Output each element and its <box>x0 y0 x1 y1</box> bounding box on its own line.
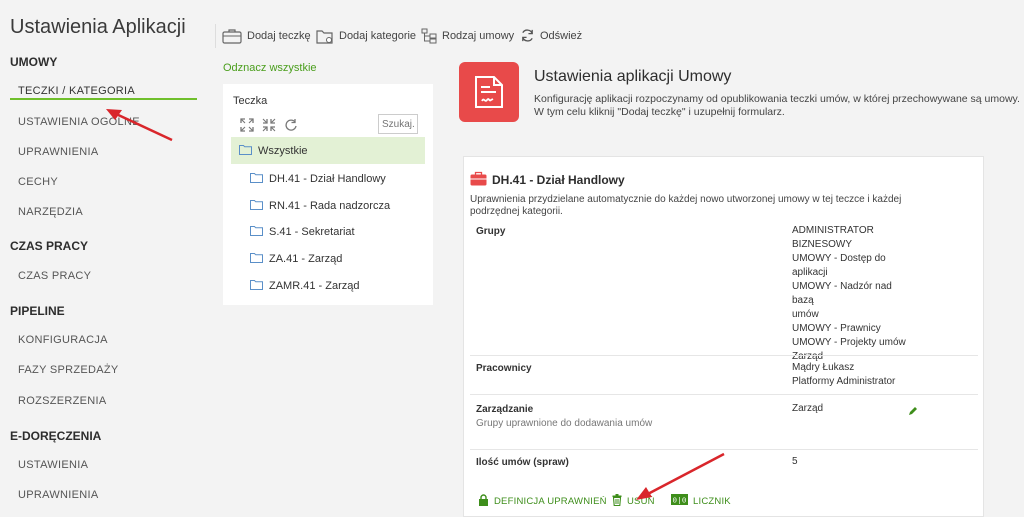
folder-icon <box>239 144 252 158</box>
group-item: aplikacji <box>792 267 828 278</box>
page-description: Konfigurację aplikacji rozpoczynamy od o… <box>534 93 1020 118</box>
card-title: DH.41 - Dział Handlowy <box>492 173 625 187</box>
add-folder-label: Dodaj teczkę <box>247 30 311 42</box>
contract-document-icon <box>459 62 519 122</box>
counter-label: LICZNIK <box>693 495 731 507</box>
sidebar-item-rozszerzenia[interactable]: ROZSZERZENIA <box>18 395 107 407</box>
define-permissions-label: DEFINICJA UPRAWNIEŃ <box>494 496 607 507</box>
tree-node-rn41[interactable]: RN.41 - Rada nadzorcza <box>250 199 390 213</box>
counter-button[interactable]: 0|0 LICZNIK <box>671 494 731 508</box>
tree-search-input[interactable] <box>378 114 418 134</box>
contract-count-value: 5 <box>792 456 798 467</box>
tree-node-zamr41[interactable]: ZAMR.41 - Zarząd <box>250 279 359 293</box>
delete-button[interactable]: USUŃ <box>612 494 655 509</box>
sidebar-item-uprawnienia-edor[interactable]: UPRAWNIENIA <box>18 489 99 501</box>
sidebar-section-umowy: UMOWY <box>10 55 58 69</box>
contract-type-button[interactable]: Rodzaj umowy <box>421 28 514 44</box>
contract-count-label: Ilość umów (spraw) <box>476 457 569 468</box>
red-briefcase-icon <box>470 171 487 189</box>
folder-add-icon <box>316 28 334 44</box>
tree-node-label: ZA.41 - Zarząd <box>269 253 343 265</box>
card-description: Uprawnienia przydzielane automatycznie d… <box>470 194 902 217</box>
refresh-button[interactable]: Odśwież <box>520 28 582 43</box>
sidebar-item-uprawnienia[interactable]: UPRAWNIENIA <box>18 146 99 158</box>
tree-title: Teczka <box>233 95 268 107</box>
sidebar: Ustawienia Aplikacji UMOWY TECZKI / KATE… <box>0 0 207 517</box>
folder-tree-panel: Teczka Wszystkie DH.41 - Dział Handlowy … <box>223 84 433 305</box>
svg-text:0|0: 0|0 <box>673 498 687 506</box>
folder-icon <box>250 172 263 186</box>
active-indicator <box>10 98 197 100</box>
refresh-label: Odśwież <box>540 29 583 42</box>
employees-value: Mądry Łukasz Platformy Administrator <box>792 361 912 389</box>
add-folder-button[interactable]: Dodaj teczkę <box>222 28 311 44</box>
sidebar-item-ustawienia-ogolne[interactable]: USTAWIENIA OGÓLNE <box>18 116 140 128</box>
folder-icon <box>250 199 263 213</box>
tree-tools <box>240 118 298 137</box>
groups-value: ADMINISTRATOR BIZNESOWY UMOWY - Dostęp d… <box>792 224 912 364</box>
pencil-icon[interactable] <box>908 403 918 421</box>
contract-type-label: Rodzaj umowy <box>442 30 515 42</box>
tree-node-label: Wszystkie <box>258 144 308 157</box>
sidebar-section-e-doreczenia: E-DORĘCZENIA <box>10 429 102 443</box>
sidebar-item-teczki-kategoria[interactable]: TECZKI / KATEGORIA <box>18 85 135 97</box>
delete-label: USUŃ <box>627 496 655 507</box>
tree-node-label: RN.41 - Rada nadzorcza <box>269 200 391 212</box>
hierarchy-icon <box>421 28 437 44</box>
tree-node-za41[interactable]: ZA.41 - Zarząd <box>250 252 342 266</box>
group-item: UMOWY - Projekty umów <box>792 337 906 348</box>
group-item: umów <box>792 309 819 320</box>
employee-item: Platformy Administrator <box>792 376 896 387</box>
tree-node-label: DH.41 - Dział Handlowy <box>269 173 386 185</box>
folder-details-card: DH.41 - Dział Handlowy Uprawnienia przyd… <box>463 156 984 517</box>
tree-node-dh41[interactable]: DH.41 - Dział Handlowy <box>250 172 386 186</box>
group-item: UMOWY - Dostęp do <box>792 253 886 264</box>
management-label: Zarządzanie <box>476 404 534 415</box>
define-permissions-button[interactable]: DEFINICJA UPRAWNIEŃ <box>478 494 607 509</box>
management-sublabel: Grupy uprawnione do dodawania umów <box>476 418 653 429</box>
tree-node-label: ZAMR.41 - Zarząd <box>269 280 360 292</box>
app-title: Ustawienia Aplikacji <box>10 16 186 38</box>
sidebar-item-czas-pracy[interactable]: CZAS PRACY <box>18 270 91 282</box>
lock-icon <box>478 494 489 509</box>
folder-icon <box>250 225 263 239</box>
sidebar-item-fazy-sprzedazy[interactable]: FAZY SPRZEDAŻY <box>18 364 119 376</box>
employees-label: Pracownicy <box>476 363 532 374</box>
folder-icon <box>250 252 263 266</box>
sidebar-item-konfiguracja[interactable]: KONFIGURACJA <box>18 334 108 346</box>
groups-label: Grupy <box>476 226 506 237</box>
trash-icon <box>612 494 622 509</box>
group-item: UMOWY - Prawnicy <box>792 323 881 334</box>
add-category-button[interactable]: Dodaj kategorie <box>316 28 416 44</box>
row-divider <box>470 449 978 450</box>
folder-icon <box>250 279 263 293</box>
tree-refresh-icon[interactable] <box>284 118 298 137</box>
sidebar-section-pipeline: PIPELINE <box>10 304 65 318</box>
refresh-icon <box>520 28 535 43</box>
tree-node-s41[interactable]: S.41 - Sekretariat <box>250 225 355 239</box>
group-item: UMOWY - Nadzór nad bazą <box>792 281 892 306</box>
briefcase-icon <box>222 28 242 44</box>
row-divider <box>470 355 978 356</box>
sidebar-item-ustawienia[interactable]: USTAWIENIA <box>18 459 88 471</box>
toolbar-divider <box>215 24 216 48</box>
sidebar-section-czas-pracy: CZAS PRACY <box>10 239 89 253</box>
row-divider <box>470 394 978 395</box>
counter-icon: 0|0 <box>671 494 688 508</box>
page-title: Ustawienia aplikacji Umowy <box>534 68 732 85</box>
expand-all-icon[interactable] <box>240 118 254 137</box>
group-item: ADMINISTRATOR <box>792 225 874 236</box>
collapse-all-icon[interactable] <box>262 118 276 137</box>
card-header: DH.41 - Dział Handlowy <box>470 171 625 189</box>
deselect-all-link[interactable]: Odznacz wszystkie <box>223 62 317 74</box>
add-category-label: Dodaj kategorie <box>339 30 417 42</box>
management-value: Zarząd <box>792 403 824 414</box>
employee-item: Mądry Łukasz <box>792 362 855 373</box>
tree-node-label: S.41 - Sekretariat <box>269 226 355 238</box>
sidebar-item-cechy[interactable]: CECHY <box>18 176 58 188</box>
sidebar-item-narzedzia[interactable]: NARZĘDZIA <box>18 206 83 218</box>
tree-node-root[interactable]: Wszystkie <box>231 137 425 164</box>
group-item: BIZNESOWY <box>792 239 853 250</box>
